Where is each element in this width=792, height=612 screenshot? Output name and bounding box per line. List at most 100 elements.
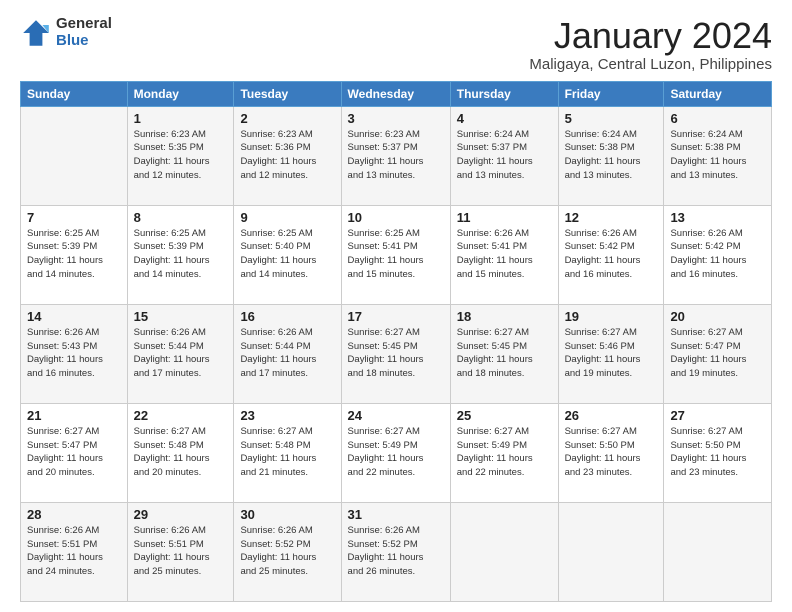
table-row: 31 Sunrise: 6:26 AM Sunset: 5:52 PM Dayli… (341, 502, 450, 601)
day-number: 21 (27, 408, 121, 423)
table-row: 18 Sunrise: 6:27 AM Sunset: 5:45 PM Dayli… (450, 304, 558, 403)
day-info: Sunrise: 6:27 AM Sunset: 5:50 PM Dayligh… (670, 425, 765, 480)
day-info: Sunrise: 6:26 AM Sunset: 5:52 PM Dayligh… (240, 524, 334, 579)
table-row: 19 Sunrise: 6:27 AM Sunset: 5:46 PM Dayli… (558, 304, 664, 403)
day-number: 27 (670, 408, 765, 423)
day-info: Sunrise: 6:26 AM Sunset: 5:42 PM Dayligh… (670, 227, 765, 282)
table-row: 28 Sunrise: 6:26 AM Sunset: 5:51 PM Dayli… (21, 502, 128, 601)
table-row: 16Sunrise: 6:26 AM Sunset: 5:44 PM Dayli… (234, 304, 341, 403)
day-info: Sunrise: 6:27 AM Sunset: 5:46 PM Dayligh… (565, 326, 658, 381)
day-info: Sunrise: 6:27 AM Sunset: 5:47 PM Dayligh… (670, 326, 765, 381)
title-location: Maligaya, Central Luzon, Philippines (529, 56, 772, 73)
table-row: 12 Sunrise: 6:26 AM Sunset: 5:42 PM Dayli… (558, 205, 664, 304)
day-number: 9 (240, 210, 334, 225)
day-number: 26 (565, 408, 658, 423)
day-info: Sunrise: 6:24 AM Sunset: 5:38 PM Dayligh… (670, 128, 765, 183)
day-number: 23 (240, 408, 334, 423)
header-row: Sunday Monday Tuesday Wednesday Thursday… (21, 81, 772, 106)
header-sunday: Sunday (21, 81, 128, 106)
day-info: Sunrise: 6:26 AM Sunset: 5:42 PM Dayligh… (565, 227, 658, 282)
calendar-week-0: 1Sunrise: 6:23 AM Sunset: 5:35 PM Daylig… (21, 106, 772, 205)
logo-icon (20, 17, 52, 49)
day-number: 11 (457, 210, 552, 225)
table-row: 11 Sunrise: 6:26 AM Sunset: 5:41 PM Dayli… (450, 205, 558, 304)
table-row: 10 Sunrise: 6:25 AM Sunset: 5:41 PM Dayli… (341, 205, 450, 304)
day-info: Sunrise: 6:26 AM Sunset: 5:44 PM Dayligh… (134, 326, 228, 381)
day-number: 18 (457, 309, 552, 324)
table-row: 8Sunrise: 6:25 AM Sunset: 5:39 PM Daylig… (127, 205, 234, 304)
table-row: 30 Sunrise: 6:26 AM Sunset: 5:52 PM Dayli… (234, 502, 341, 601)
day-number: 1 (134, 111, 228, 126)
day-info: Sunrise: 6:26 AM Sunset: 5:52 PM Dayligh… (348, 524, 444, 579)
table-row (558, 502, 664, 601)
table-row (450, 502, 558, 601)
table-row: 29 Sunrise: 6:26 AM Sunset: 5:51 PM Dayli… (127, 502, 234, 601)
day-info: Sunrise: 6:24 AM Sunset: 5:37 PM Dayligh… (457, 128, 552, 183)
day-info: Sunrise: 6:25 AM Sunset: 5:41 PM Dayligh… (348, 227, 444, 282)
day-number: 4 (457, 111, 552, 126)
day-number: 19 (565, 309, 658, 324)
day-number: 2 (240, 111, 334, 126)
table-row: 9 Sunrise: 6:25 AM Sunset: 5:40 PM Daylig… (234, 205, 341, 304)
table-row: 7 Sunrise: 6:25 AM Sunset: 5:39 PM Daylig… (21, 205, 128, 304)
day-info: Sunrise: 6:25 AM Sunset: 5:40 PM Dayligh… (240, 227, 334, 282)
day-number: 17 (348, 309, 444, 324)
header-thursday: Thursday (450, 81, 558, 106)
day-info: Sunrise: 6:27 AM Sunset: 5:49 PM Dayligh… (457, 425, 552, 480)
day-info: Sunrise: 6:26 AM Sunset: 5:43 PM Dayligh… (27, 326, 121, 381)
page: General Blue January 2024 Maligaya, Cent… (0, 0, 792, 612)
table-row (664, 502, 772, 601)
header-wednesday: Wednesday (341, 81, 450, 106)
table-row: 26 Sunrise: 6:27 AM Sunset: 5:50 PM Dayli… (558, 403, 664, 502)
day-info: Sunrise: 6:26 AM Sunset: 5:51 PM Dayligh… (27, 524, 121, 579)
table-row (21, 106, 128, 205)
calendar-week-4: 28 Sunrise: 6:26 AM Sunset: 5:51 PM Dayli… (21, 502, 772, 601)
day-number: 12 (565, 210, 658, 225)
day-number: 30 (240, 507, 334, 522)
calendar-week-3: 21Sunrise: 6:27 AM Sunset: 5:47 PM Dayli… (21, 403, 772, 502)
header-friday: Friday (558, 81, 664, 106)
day-number: 31 (348, 507, 444, 522)
table-row: 6 Sunrise: 6:24 AM Sunset: 5:38 PM Daylig… (664, 106, 772, 205)
day-number: 28 (27, 507, 121, 522)
table-row: 22Sunrise: 6:27 AM Sunset: 5:48 PM Dayli… (127, 403, 234, 502)
day-info: Sunrise: 6:24 AM Sunset: 5:38 PM Dayligh… (565, 128, 658, 183)
table-row: 4 Sunrise: 6:24 AM Sunset: 5:37 PM Daylig… (450, 106, 558, 205)
day-info: Sunrise: 6:23 AM Sunset: 5:37 PM Dayligh… (348, 128, 444, 183)
logo-text: General Blue (56, 16, 112, 49)
table-row: 20 Sunrise: 6:27 AM Sunset: 5:47 PM Dayli… (664, 304, 772, 403)
table-row: 13Sunrise: 6:26 AM Sunset: 5:42 PM Dayli… (664, 205, 772, 304)
day-number: 7 (27, 210, 121, 225)
table-row: 2 Sunrise: 6:23 AM Sunset: 5:36 PM Daylig… (234, 106, 341, 205)
calendar-table: Sunday Monday Tuesday Wednesday Thursday… (20, 81, 772, 602)
day-number: 24 (348, 408, 444, 423)
table-row: 23 Sunrise: 6:27 AM Sunset: 5:48 PM Dayli… (234, 403, 341, 502)
calendar-week-1: 7 Sunrise: 6:25 AM Sunset: 5:39 PM Daylig… (21, 205, 772, 304)
logo-blue-text: Blue (56, 33, 112, 50)
day-info: Sunrise: 6:27 AM Sunset: 5:50 PM Dayligh… (565, 425, 658, 480)
day-number: 25 (457, 408, 552, 423)
day-info: Sunrise: 6:23 AM Sunset: 5:36 PM Dayligh… (240, 128, 334, 183)
table-row: 17Sunrise: 6:27 AM Sunset: 5:45 PM Dayli… (341, 304, 450, 403)
day-info: Sunrise: 6:25 AM Sunset: 5:39 PM Dayligh… (27, 227, 121, 282)
day-info: Sunrise: 6:27 AM Sunset: 5:45 PM Dayligh… (457, 326, 552, 381)
day-info: Sunrise: 6:26 AM Sunset: 5:51 PM Dayligh… (134, 524, 228, 579)
day-info: Sunrise: 6:26 AM Sunset: 5:44 PM Dayligh… (240, 326, 334, 381)
table-row: 15Sunrise: 6:26 AM Sunset: 5:44 PM Dayli… (127, 304, 234, 403)
table-row: 1Sunrise: 6:23 AM Sunset: 5:35 PM Daylig… (127, 106, 234, 205)
table-row: 21Sunrise: 6:27 AM Sunset: 5:47 PM Dayli… (21, 403, 128, 502)
logo-general-text: General (56, 16, 112, 33)
day-number: 20 (670, 309, 765, 324)
table-row: 27 Sunrise: 6:27 AM Sunset: 5:50 PM Dayli… (664, 403, 772, 502)
title-block: January 2024 Maligaya, Central Luzon, Ph… (529, 16, 772, 73)
header-saturday: Saturday (664, 81, 772, 106)
table-row: 5Sunrise: 6:24 AM Sunset: 5:38 PM Daylig… (558, 106, 664, 205)
day-info: Sunrise: 6:26 AM Sunset: 5:41 PM Dayligh… (457, 227, 552, 282)
day-number: 6 (670, 111, 765, 126)
day-number: 8 (134, 210, 228, 225)
table-row: 24Sunrise: 6:27 AM Sunset: 5:49 PM Dayli… (341, 403, 450, 502)
day-number: 29 (134, 507, 228, 522)
day-number: 10 (348, 210, 444, 225)
header-monday: Monday (127, 81, 234, 106)
day-info: Sunrise: 6:27 AM Sunset: 5:48 PM Dayligh… (240, 425, 334, 480)
